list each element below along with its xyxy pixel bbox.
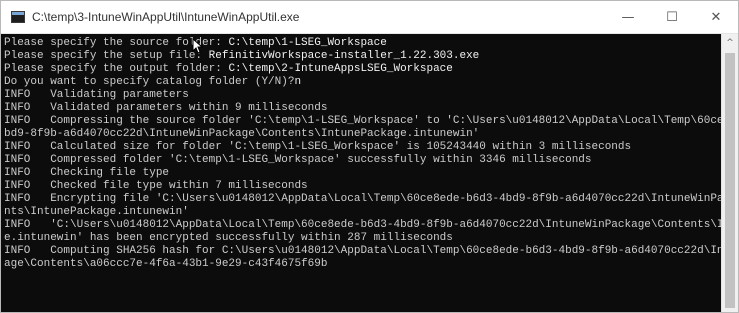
console-line-text: INFO Computing SHA256 hash for C:\Users\… [4, 245, 721, 257]
console-line: INFO 'C:\Users\u0148012\AppData\Local\Te… [4, 219, 721, 232]
console-line-text: Please specify the setup file: [4, 50, 209, 62]
console-line: INFO Checked file type within 7 millisec… [4, 180, 721, 193]
maximize-button[interactable]: ☐ [650, 1, 694, 33]
console-line: INFO Validating parameters [4, 89, 721, 102]
window-title: C:\temp\3-IntuneWinAppUtil\IntuneWinAppU… [32, 10, 300, 24]
console-line: INFO Computing SHA256 hash for C:\Users\… [4, 245, 721, 258]
scroll-up-arrow-icon[interactable]: ^ [722, 34, 738, 51]
console-line: e.intunewin' has been encrypted successf… [4, 232, 721, 245]
console-line-input: RefinitivWorkspace-installer_1.22.303.ex… [208, 50, 480, 62]
console-window: C:\temp\3-IntuneWinAppUtil\IntuneWinAppU… [0, 0, 739, 313]
console-line-text: e.intunewin' has been encrypted successf… [4, 232, 453, 244]
title-bar[interactable]: C:\temp\3-IntuneWinAppUtil\IntuneWinAppU… [1, 1, 738, 34]
console-line-text: INFO Validating parameters [4, 89, 189, 101]
vertical-scrollbar[interactable]: ^ [721, 34, 738, 312]
console-line-text: INFO Calculated size for folder 'C:\temp… [4, 141, 632, 153]
close-button[interactable]: ✕ [694, 1, 738, 33]
console-line-text: INFO Checked file type within 7 millisec… [4, 180, 308, 192]
console-line: INFO Encrypting file 'C:\Users\u0148012\… [4, 193, 721, 206]
window-controls: — ☐ ✕ [606, 1, 738, 33]
console-line-input: C:\temp\2-IntuneAppsLSEG_Workspace [228, 63, 453, 75]
console-line-text: INFO Checking file type [4, 167, 170, 179]
console-output[interactable]: Please specify the source folder: C:\tem… [1, 34, 721, 312]
console-line: Please specify the output folder: C:\tem… [4, 63, 721, 76]
console-line-text: Do you want to specify catalog folder (Y… [4, 76, 295, 88]
console-line-text: INFO Compressed folder 'C:\temp\1-LSEG_W… [4, 154, 592, 166]
console-app-icon [11, 11, 25, 23]
console-line: bd9-8f9b-a6d4070cc22d\IntuneWinPackage\C… [4, 128, 721, 141]
console-line: INFO Calculated size for folder 'C:\temp… [4, 141, 721, 154]
console-line: Please specify the setup file: Refinitiv… [4, 50, 721, 63]
console-line: nts\IntunePackage.intunewin' [4, 206, 721, 219]
console-line: INFO Validated parameters within 9 milli… [4, 102, 721, 115]
console-line: INFO Compressed folder 'C:\temp\1-LSEG_W… [4, 154, 721, 167]
console-line-text: INFO 'C:\Users\u0148012\AppData\Local\Te… [4, 219, 721, 231]
console-line: INFO Checking file type [4, 167, 721, 180]
mouse-pointer-icon [192, 38, 204, 54]
console-line-input: n [294, 76, 302, 88]
console-line-input: C:\temp\1-LSEG_Workspace [228, 37, 387, 49]
console-line-text: nts\IntunePackage.intunewin' [4, 206, 189, 218]
console-line-text: bd9-8f9b-a6d4070cc22d\IntuneWinPackage\C… [4, 128, 480, 140]
console-line: INFO Compressing the source folder 'C:\t… [4, 115, 721, 128]
console-line-text: Please specify the output folder: [4, 63, 229, 75]
console-line: Do you want to specify catalog folder (Y… [4, 76, 721, 89]
console-line-text: age\Contents\a06ccc7e-4f6a-43b1-9e29-c43… [4, 258, 328, 270]
console-line: Please specify the source folder: C:\tem… [4, 37, 721, 50]
minimize-button[interactable]: — [606, 1, 650, 33]
console-line-text: INFO Compressing the source folder 'C:\t… [4, 115, 721, 127]
scrollbar-thumb[interactable] [725, 53, 735, 308]
console-line-text: INFO Encrypting file 'C:\Users\u0148012\… [4, 193, 721, 205]
console-line-text: INFO Validated parameters within 9 milli… [4, 102, 328, 114]
console-line: age\Contents\a06ccc7e-4f6a-43b1-9e29-c43… [4, 258, 721, 271]
